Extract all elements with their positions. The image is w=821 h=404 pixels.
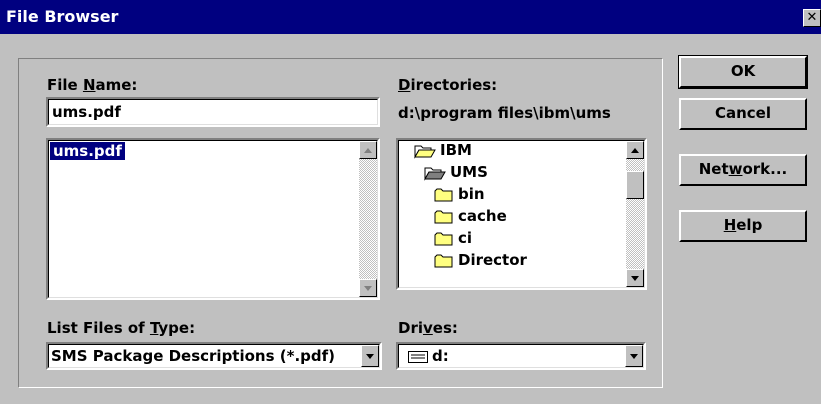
- file-list-scrollbar[interactable]: [359, 141, 377, 297]
- file-name-input[interactable]: ums.pdf: [46, 97, 380, 127]
- file-type-dropdown-button[interactable]: [361, 345, 379, 367]
- chevron-down-icon: [366, 354, 374, 359]
- chevron-down-icon: [630, 354, 638, 359]
- file-name-value: ums.pdf: [52, 103, 121, 121]
- current-directory-path: d:\program files\ibm\ums: [398, 104, 611, 122]
- drives-dropdown-button[interactable]: [625, 345, 643, 367]
- help-button[interactable]: Help: [679, 210, 807, 242]
- title-bar[interactable]: File Browser ✕: [0, 0, 821, 34]
- close-button[interactable]: ✕: [803, 9, 821, 27]
- cancel-button[interactable]: Cancel: [679, 98, 807, 130]
- directory-list-scrollbar[interactable]: [626, 141, 644, 287]
- folder-icon: [434, 232, 453, 246]
- arrow-down-icon: [631, 276, 639, 281]
- scroll-down-button[interactable]: [359, 279, 377, 297]
- scroll-down-button[interactable]: [626, 269, 644, 287]
- file-list-item[interactable]: ums.pdf: [50, 142, 125, 160]
- arrow-down-icon: [364, 286, 372, 291]
- folder-open-icon: [414, 145, 436, 159]
- folder-icon: [434, 188, 453, 202]
- drive-icon: [408, 351, 428, 363]
- scroll-up-button[interactable]: [626, 141, 644, 159]
- file-type-select[interactable]: SMS Package Descriptions (*.pdf): [46, 342, 382, 370]
- drives-value: d:: [432, 347, 449, 365]
- directories-label: Directories:: [398, 76, 498, 94]
- window-title: File Browser: [6, 7, 119, 26]
- file-name-label: File Name:: [47, 76, 138, 94]
- arrow-up-icon: [631, 148, 639, 153]
- folder-open-icon: [424, 167, 446, 181]
- folder-icon: [434, 254, 453, 268]
- ok-button[interactable]: OK: [678, 55, 808, 89]
- network-button[interactable]: Network...: [679, 154, 807, 186]
- scroll-up-button[interactable]: [359, 141, 377, 159]
- file-type-label: List Files of Type:: [47, 319, 196, 337]
- close-icon: ✕: [806, 10, 818, 25]
- arrow-up-icon: [364, 148, 372, 153]
- drives-select[interactable]: d:: [396, 342, 646, 370]
- file-type-value: SMS Package Descriptions (*.pdf): [51, 347, 336, 365]
- directory-list[interactable]: IBM UMS bin cache ci Director: [396, 138, 647, 290]
- file-list[interactable]: ums.pdf: [46, 138, 380, 300]
- folder-icon: [434, 210, 453, 224]
- drives-label: Drives:: [398, 319, 458, 337]
- scroll-thumb[interactable]: [626, 171, 644, 199]
